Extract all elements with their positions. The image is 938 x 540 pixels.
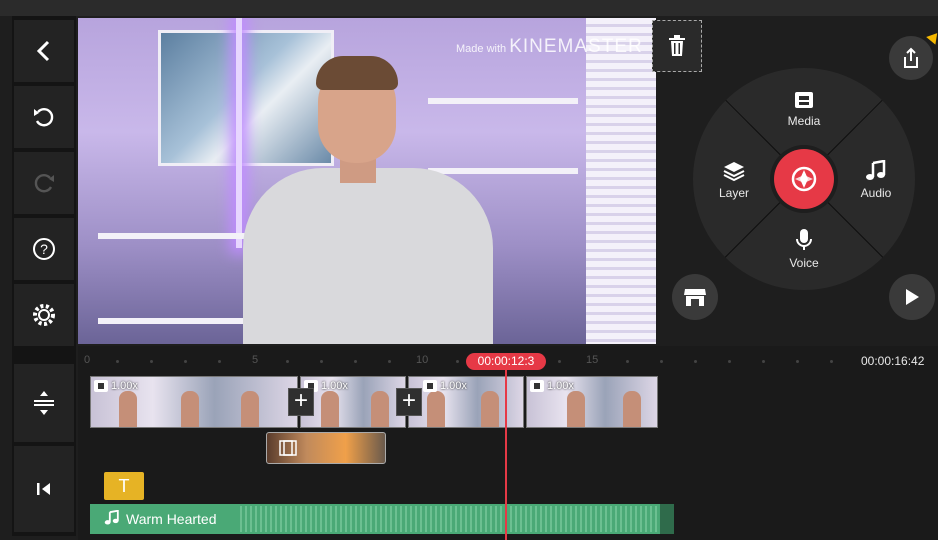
audio-icon [866,160,886,180]
video-clip[interactable]: 1.00x [300,376,406,428]
microphone-icon [796,229,812,250]
share-button[interactable] [889,36,933,80]
clip-icon [530,380,544,392]
clip-speed: 1.00x [440,380,467,392]
layer-label: Layer [718,186,750,200]
record-icon [791,166,817,192]
delete-button[interactable] [652,20,702,72]
timeline-expand-icon [34,391,54,415]
clip-speed: 1.00x [111,380,138,392]
play-icon [906,289,919,305]
transition-add-button[interactable]: + [288,388,314,416]
play-button[interactable] [889,274,935,320]
media-icon [795,92,813,108]
audio-label: Audio [860,186,892,200]
wall-art [158,30,334,166]
film-icon [279,440,297,456]
window-blinds [586,18,656,344]
video-preview[interactable]: Made with KINEMASTER [78,18,656,344]
redo-button[interactable] [14,152,74,214]
shelf [98,233,248,239]
wheel-media[interactable]: Media [769,90,839,128]
clip-icon [423,380,437,392]
overlay-video-layer[interactable] [266,432,386,464]
ruler-mark: 10 [416,354,429,366]
settings-button[interactable] [14,284,74,346]
clip-icon [94,380,108,392]
voice-label: Voice [789,256,819,270]
audio-track-name: Warm Hearted [126,511,217,527]
share-indicator [926,29,938,45]
watermark-prefix: Made with [456,43,507,55]
wheel-voice[interactable]: Voice [769,228,839,270]
neon-light [236,18,242,248]
back-icon [36,40,50,62]
transition-add-button[interactable]: + [396,388,422,416]
media-label: Media [787,114,821,128]
wheel-audio[interactable]: Audio [841,160,911,200]
redo-icon [34,174,54,193]
back-button[interactable] [14,20,74,82]
trash-icon [669,35,685,56]
settings-icon [33,304,55,326]
wheel-layer[interactable]: Layer [699,160,769,200]
svg-text:?: ? [40,241,48,257]
playhead[interactable] [505,368,507,540]
watermark: Made with KINEMASTER [456,36,643,58]
music-note-icon [104,510,119,525]
share-icon [904,47,918,68]
audio-clip-end [660,504,674,534]
watermark-brand: KINEMASTER [509,36,643,57]
timeline-expand-button[interactable] [14,364,74,442]
video-clip[interactable]: 1.00x [90,376,298,428]
help-button[interactable]: ? [14,218,74,280]
audio-waveform [240,506,674,532]
shelf [428,98,578,104]
presenter-hair [316,56,398,90]
ruler-mark: 15 [586,354,599,366]
timeline[interactable]: 0 5 10 15 00:00:12:3 00:00:16:42 1.00x 1… [78,346,938,540]
ruler-mark: 0 [84,354,91,366]
undo-button[interactable] [14,86,74,148]
jump-to-start-icon [37,483,50,495]
total-time: 00:00:16:42 [861,354,925,368]
store-icon [684,289,706,306]
clip-speed: 1.00x [321,380,348,392]
asset-store-button[interactable] [672,274,718,320]
undo-icon [34,108,54,127]
audio-clip[interactable]: Warm Hearted [90,504,674,534]
record-button[interactable] [770,145,838,213]
text-layer[interactable]: T [104,472,144,500]
presenter-shirt [243,168,493,344]
top-status-strip [0,0,938,16]
clip-speed: 1.00x [547,380,574,392]
layer-icon [723,162,745,182]
ruler-mark: 5 [252,354,259,366]
video-clip[interactable]: 1.00x [526,376,658,428]
shelf [98,318,248,324]
help-icon: ? [33,238,55,260]
shelf [428,168,578,174]
left-toolbar: ? [12,16,76,536]
jump-to-start-button[interactable] [14,446,74,532]
